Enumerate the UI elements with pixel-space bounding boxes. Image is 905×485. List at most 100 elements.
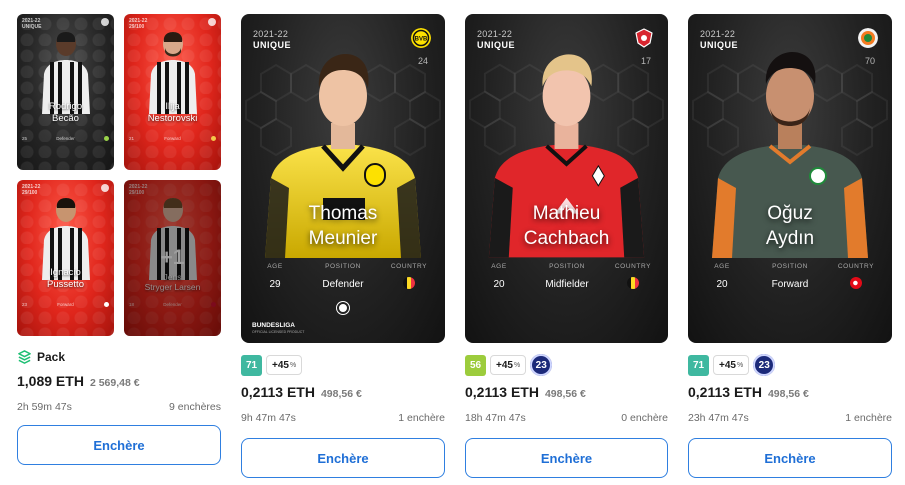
- bid-button[interactable]: Enchère: [17, 425, 221, 465]
- club-badge-icon: [208, 18, 216, 26]
- mini-card-number: 21: [129, 136, 135, 141]
- card-price: 0,2113 ETH 498,56 €: [688, 384, 892, 400]
- auction-meta: 18h 47m 47s 0 enchère: [465, 412, 668, 424]
- score-badge: 56: [465, 354, 486, 376]
- mini-card-position: Forward: [57, 302, 74, 307]
- more-cards-count: +1: [160, 246, 185, 269]
- mini-card-stats: 21 Forward: [129, 136, 216, 141]
- bonus-unit: %: [513, 361, 521, 369]
- stat-country: COUNTRY: [601, 263, 665, 294]
- card-listing-mathieu-cachbach[interactable]: 2021-22 UNIQUE 17 Mathieu Cachbach AGE 2…: [465, 14, 668, 478]
- player-first-name: Oğuz: [767, 203, 813, 224]
- bid-button[interactable]: Enchère: [241, 438, 445, 478]
- stat-age-label: AGE: [267, 263, 283, 270]
- card-listing-oguz-aydin[interactable]: 2021-22 UNIQUE 70 Oğuz Aydın AGE 20 POSI: [688, 14, 892, 478]
- stat-country: COUNTRY: [824, 263, 888, 294]
- bonus-badge: +45%: [266, 355, 303, 375]
- mini-card-first-name: Rodrigo: [48, 101, 83, 112]
- time-left: 23h 47m 47s: [688, 412, 749, 424]
- player-name: Oğuz Aydın: [688, 201, 892, 251]
- card-badges: 56 +45% 23: [465, 354, 668, 376]
- country-flag-icon: [104, 302, 109, 307]
- belgium-flag-icon: [403, 277, 415, 289]
- mini-card-stats: 25 Defender: [22, 136, 109, 141]
- player-card[interactable]: 2021-22 UNIQUE 70 Oğuz Aydın AGE 20 POSI: [688, 14, 892, 343]
- time-left: 2h 59m 47s: [17, 401, 72, 413]
- bonus-value: +45: [496, 359, 513, 371]
- pack-card-jens-stryger-larsen: 2021-22 29/100 +1 Jens Stryger Larsen 18…: [124, 180, 221, 336]
- mini-card-position: Defender: [163, 302, 182, 307]
- player-name: Mathieu Cachbach: [465, 201, 668, 251]
- pack-card-ignacio-pussetto: 2021-22 29/100 Ignacio Pussetto 23 Forwa…: [17, 180, 114, 336]
- pack-card-grid[interactable]: 2021-22 UNIQUE Rodrigo Becão 25 Defender: [17, 14, 221, 337]
- bonus-badge: +45%: [490, 355, 527, 375]
- mini-card-position: Defender: [56, 136, 75, 141]
- mini-card-player-name: Ignacio Pussetto: [17, 267, 114, 291]
- stat-age-label: AGE: [491, 263, 507, 270]
- turkey-flag-icon: [850, 277, 862, 289]
- stat-age: AGE 20: [467, 263, 531, 290]
- bonus-unit: %: [289, 361, 297, 369]
- card-price: 0,2113 ETH 498,56 €: [465, 384, 668, 400]
- mini-card-player-name: Jens Stryger Larsen: [124, 272, 221, 292]
- mini-card-player-name: Ilija Nestorovski: [124, 101, 221, 125]
- price-eth: 0,2113 ETH: [688, 384, 762, 400]
- bid-button[interactable]: Enchère: [465, 438, 668, 478]
- mini-card-first-name: Jens: [163, 272, 182, 282]
- bid-button[interactable]: Enchère: [688, 438, 892, 478]
- stat-age-value: 29: [269, 279, 281, 290]
- mini-card-last-name: Pussetto: [47, 279, 84, 290]
- pack-listing[interactable]: 2021-22 UNIQUE Rodrigo Becão 25 Defender: [17, 14, 221, 465]
- pack-label-row: Pack: [17, 349, 221, 365]
- stat-age-value: 20: [493, 279, 505, 290]
- stat-age-value: 20: [716, 279, 728, 290]
- mini-card-position: Forward: [164, 136, 181, 141]
- stat-age: AGE 29: [243, 263, 307, 290]
- price-eur: 498,56 €: [767, 388, 809, 400]
- club-badge-icon: [101, 18, 109, 26]
- mini-card-stats: 23 Forward: [22, 302, 109, 307]
- stat-position-value: Midfielder: [545, 279, 589, 290]
- bid-count: 1 enchère: [398, 412, 445, 424]
- mini-card-number: 25: [22, 136, 28, 141]
- country-flag-icon: [211, 136, 216, 141]
- price-eur: 498,56 €: [320, 388, 362, 400]
- player-card[interactable]: 2021-22 UNIQUE 17 Mathieu Cachbach AGE 2…: [465, 14, 668, 343]
- mini-card-first-name: Ilija: [165, 101, 180, 112]
- pack-card-ilija-nestorovski: 2021-22 29/100 Ilija Nestorovski 21 Forw…: [124, 14, 221, 170]
- level-badge: 23: [530, 354, 553, 376]
- auction-meta: 9h 47m 47s 1 enchère: [241, 412, 445, 424]
- card-listing-thomas-meunier[interactable]: 2021-22 UNIQUE BVB 24 Thomas Meunier AGE…: [241, 14, 445, 478]
- player-last-name: Meunier: [308, 228, 378, 249]
- pack-icon: [18, 349, 31, 364]
- auction-meta: 2h 59m 47s 9 enchères: [17, 401, 221, 413]
- player-first-name: Thomas: [308, 203, 378, 224]
- time-left: 18h 47m 47s: [465, 412, 526, 424]
- card-badges: 71 +45%: [241, 354, 445, 376]
- stat-position-label: POSITION: [772, 263, 808, 270]
- bonus-value: +45: [719, 359, 736, 371]
- score-badge: 71: [688, 354, 709, 376]
- stat-country-label: COUNTRY: [837, 263, 875, 270]
- mini-card-last-name: Nestorovski: [147, 113, 198, 124]
- pack-price: 1,089 ETH 2 569,48 €: [17, 373, 221, 389]
- mini-card-last-name: Becão: [52, 113, 79, 124]
- price-eth: 0,2113 ETH: [465, 384, 539, 400]
- player-first-name: Mathieu: [532, 203, 601, 224]
- player-card[interactable]: 2021-22 UNIQUE BVB 24 Thomas Meunier AGE…: [241, 14, 445, 343]
- club-badge-icon: [101, 184, 109, 192]
- mini-card-player-name: Rodrigo Becão: [17, 101, 114, 125]
- stat-country-label: COUNTRY: [614, 263, 652, 270]
- ball-icon: [337, 302, 349, 314]
- bid-count: 1 enchère: [845, 412, 892, 424]
- card-price: 0,2113 ETH 498,56 €: [241, 384, 445, 400]
- bonus-value: +45: [272, 359, 289, 371]
- player-last-name: Aydın: [765, 228, 815, 249]
- pack-label: Pack: [37, 350, 66, 364]
- league-license: OFFICIAL LICENSED PRODUCT: [252, 330, 305, 334]
- pack-card-rodrigo-becao: 2021-22 UNIQUE Rodrigo Becão 25 Defender: [17, 14, 114, 170]
- mini-card-first-name: Ignacio: [50, 267, 81, 278]
- price-eur: 2 569,48 €: [89, 377, 140, 389]
- bid-count: 9 enchères: [169, 401, 221, 413]
- league-logo: BUNDESLIGA: [252, 322, 295, 329]
